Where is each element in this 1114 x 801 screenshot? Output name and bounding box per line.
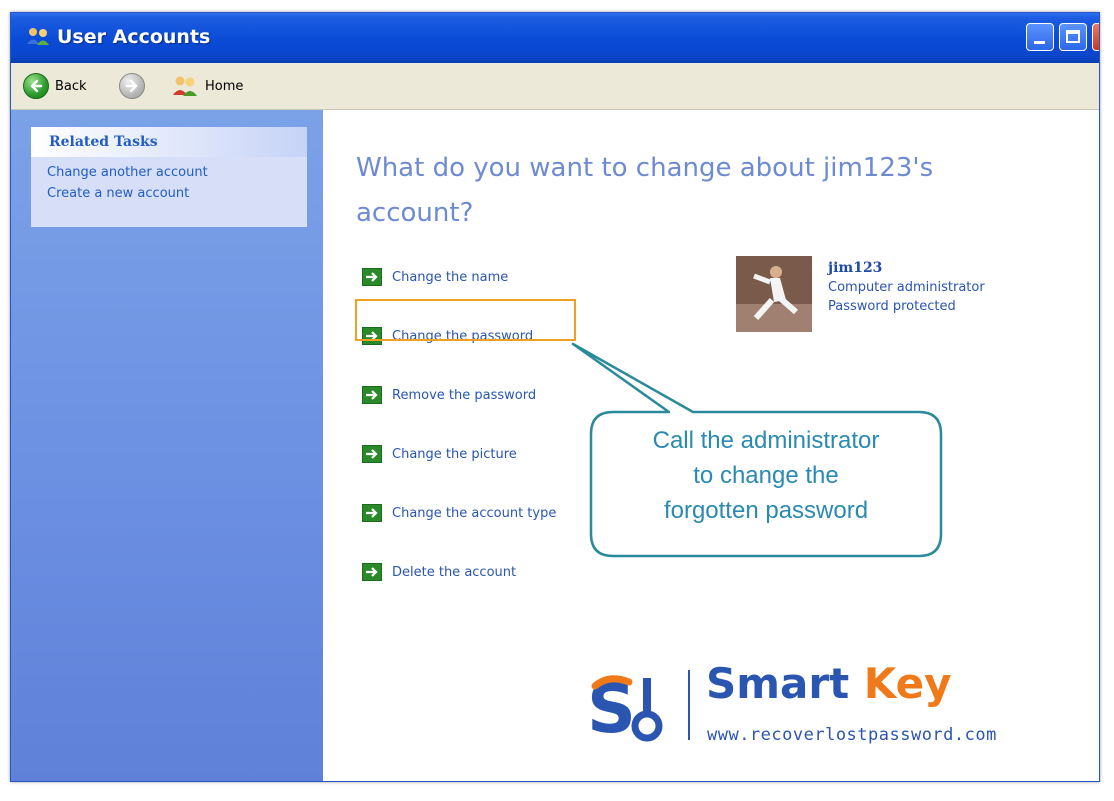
title-bar[interactable]: User Accounts [11,13,1099,63]
close-button[interactable] [1092,23,1099,51]
forward-button[interactable] [119,63,145,109]
back-arrow-icon [23,73,49,99]
window-title: User Accounts [57,26,211,48]
create-new-account-link[interactable]: Create a new account [47,186,307,201]
logo-url: www.recoverlostpassword.com [707,725,997,745]
home-button[interactable]: Home [171,63,243,109]
logo-name: Smart Key [706,659,952,708]
maximize-icon [1066,30,1080,43]
logo-separator [688,670,690,740]
change-another-account-link[interactable]: Change another account [47,165,307,180]
back-label: Back [55,78,87,94]
back-button[interactable]: Back [23,63,87,109]
maximize-button[interactable] [1059,23,1087,51]
main-content: What do you want to change about jim123'… [323,110,1099,781]
user-accounts-icon [27,28,49,45]
home-label: Home [205,78,244,94]
home-users-icon [173,76,197,96]
user-accounts-window: User Accounts Back Home Related Tasks Ch… [10,12,1100,782]
navigation-toolbar: Back Home [11,63,1099,110]
forward-arrow-icon [119,73,145,99]
minimize-button[interactable] [1026,23,1054,51]
minimize-icon [1034,41,1045,44]
sidebar: Related Tasks Change another account Cre… [11,110,323,781]
related-tasks-title: Related Tasks [31,127,307,157]
related-tasks-panel: Related Tasks Change another account Cre… [31,127,307,227]
callout-text: Call the administrator to change the for… [652,427,880,524]
smart-key-logo-icon: S [587,672,663,742]
